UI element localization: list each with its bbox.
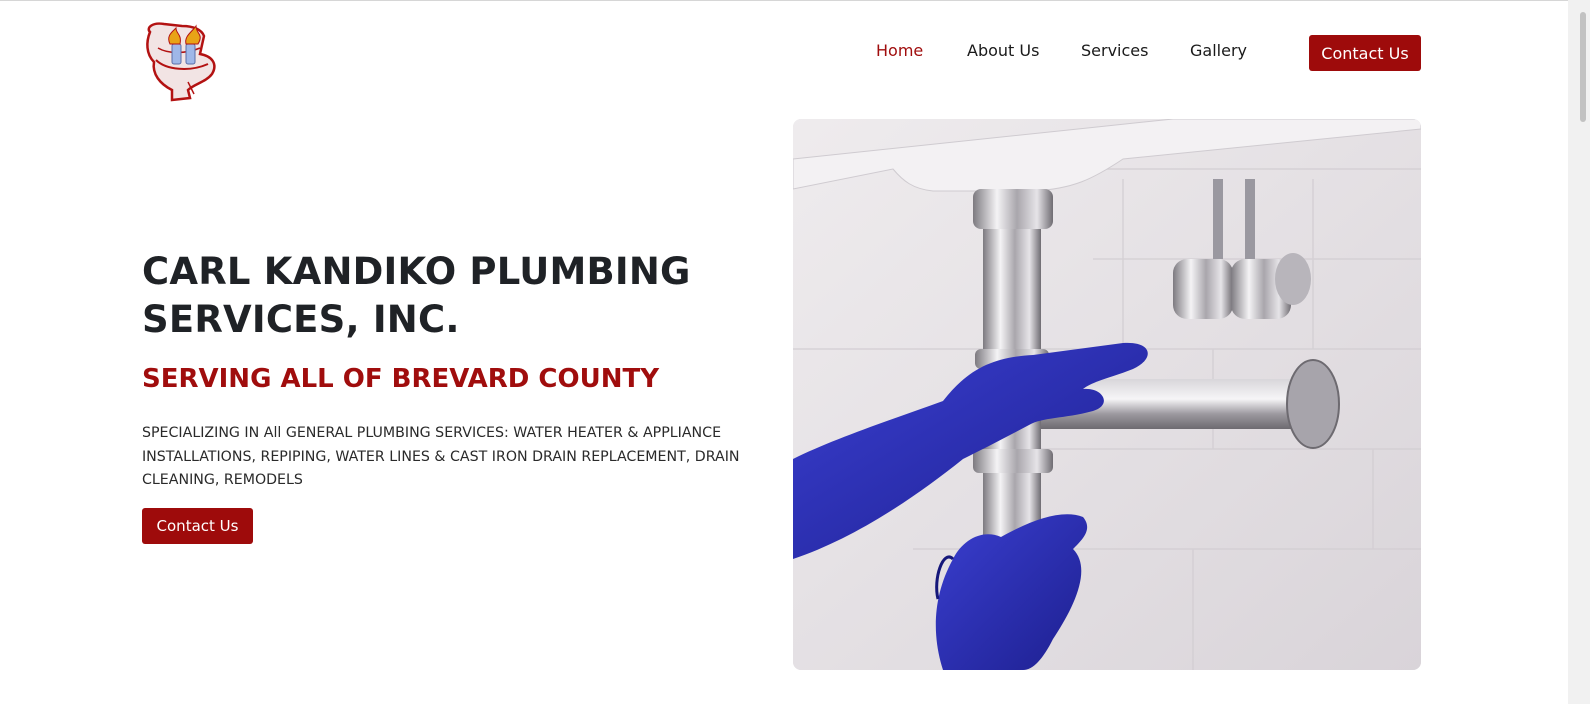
hero-image	[793, 119, 1421, 670]
plumber-fixing-sink-pipe-photo	[793, 119, 1421, 670]
scrollbar-thumb[interactable]	[1580, 12, 1586, 122]
page-scrollbar[interactable]	[1568, 0, 1590, 704]
hero-subtitle: SERVING ALL OF BREVARD COUNTY	[142, 364, 660, 394]
nav-home[interactable]: Home	[876, 41, 923, 60]
top-border	[0, 0, 1590, 1]
hero-title: CARL KANDIKO PLUMBING SERVICES, INC.	[142, 250, 691, 341]
main-navigation: Home About Us Services Gallery Contact U…	[0, 35, 1590, 71]
hero-description: SPECIALIZING IN All GENERAL PLUMBING SER…	[142, 425, 740, 488]
nav-gallery[interactable]: Gallery	[1190, 41, 1247, 60]
nav-services[interactable]: Services	[1081, 41, 1148, 60]
nav-contact-us-button[interactable]: Contact Us	[1309, 35, 1421, 71]
nav-about-us[interactable]: About Us	[967, 41, 1039, 60]
hero-contact-us-button[interactable]: Contact Us	[142, 508, 253, 544]
